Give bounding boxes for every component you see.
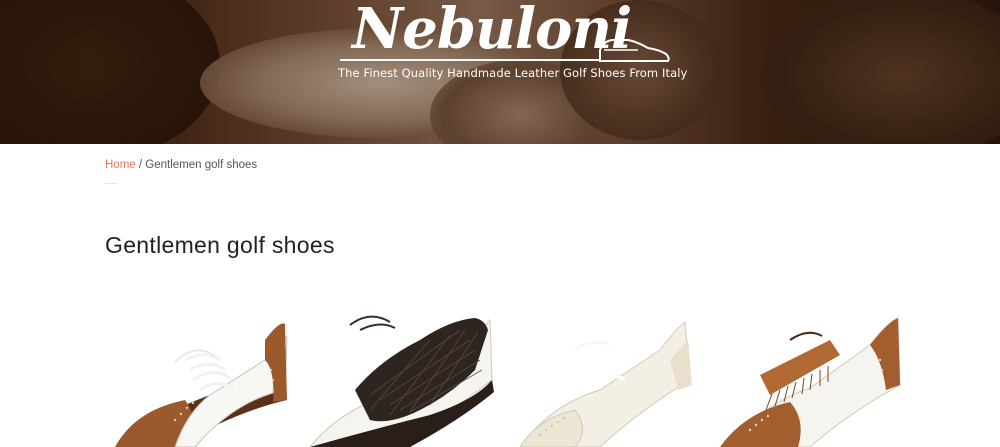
breadcrumb-separator: / (135, 159, 146, 171)
page-title: Gentlemen golf shoes (105, 232, 335, 258)
breadcrumb-current: Gentlemen golf shoes (145, 159, 258, 171)
product-image-black-woven-saddle[interactable] (310, 300, 500, 447)
product-image-white-wingtip[interactable] (520, 300, 710, 447)
product-card[interactable] (115, 300, 305, 447)
breadcrumb: Home / Gentlemen golf shoes (105, 159, 258, 184)
product-card[interactable] (720, 300, 910, 447)
product-image-brown-white-kiltie[interactable] (720, 300, 910, 447)
breadcrumb-divider (105, 183, 117, 184)
breadcrumb-home-link[interactable]: Home (105, 159, 136, 171)
site-tagline: The Finest Quality Handmade Leather Golf… (338, 66, 688, 80)
product-card[interactable] (520, 300, 710, 447)
product-image-brown-white-brogue[interactable] (115, 300, 305, 447)
product-card[interactable] (310, 300, 500, 447)
hero-banner: Nebuloni The Finest Quality Handmade Lea… (0, 0, 1000, 144)
